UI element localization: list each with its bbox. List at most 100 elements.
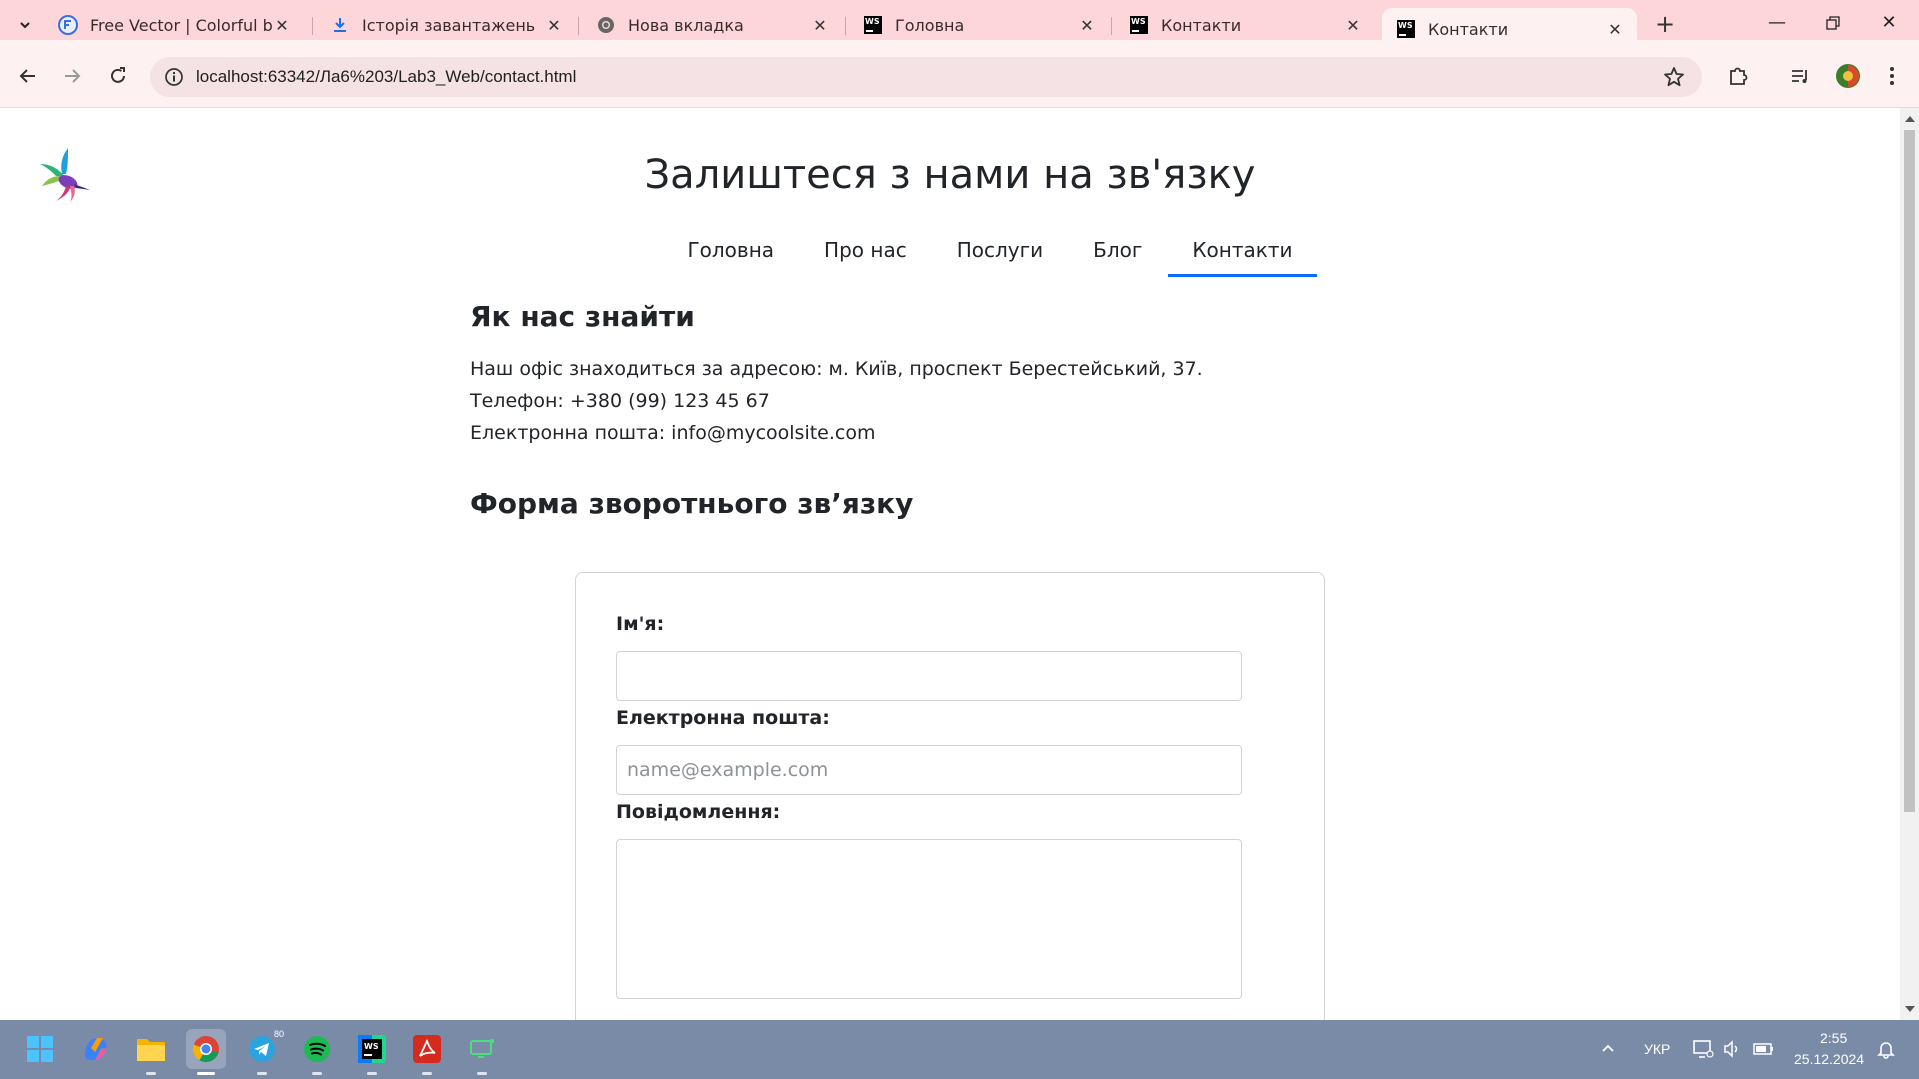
notification-bell-icon[interactable] [1876, 1039, 1896, 1063]
screen: Free Vector | Colorful bird ✕ Історія за… [0, 0, 1919, 1079]
scroll-up-arrow-icon[interactable] [1905, 116, 1915, 122]
restore-icon [1826, 16, 1840, 30]
profile-button[interactable] [1832, 60, 1864, 92]
scrollbar-thumb[interactable] [1904, 130, 1915, 812]
volume-icon[interactable] [1722, 1039, 1742, 1063]
taskbar-acrobat[interactable] [407, 1029, 447, 1075]
spotify-icon [304, 1036, 330, 1062]
feedback-form: Ім'я: Електронна пошта: Повідомлення: [575, 572, 1325, 1020]
plus-icon: + [1654, 10, 1676, 38]
chevron-down-icon [20, 22, 30, 29]
close-window-button[interactable]: ✕ [1866, 8, 1912, 38]
tab-title: Головна [895, 15, 965, 35]
phone-text: Телефон: +380 (99) 123 45 67 [470, 390, 770, 412]
page-scrollbar[interactable] [1900, 108, 1919, 1020]
restore-button[interactable] [1810, 8, 1856, 38]
taskbar-screen-app[interactable] [462, 1029, 502, 1075]
find-us-heading: Як нас знайти [470, 300, 695, 333]
input-language[interactable]: УКР [1644, 1041, 1670, 1057]
download-icon [330, 15, 350, 35]
nav-link-contacts[interactable]: Контакти [1168, 238, 1317, 277]
puzzle-icon [1730, 67, 1748, 85]
page-title: Залиштеся з нами на зв'язку [644, 152, 1256, 198]
acrobat-icon [413, 1035, 441, 1063]
media-queue-icon [1792, 70, 1807, 83]
clock-date[interactable]: 25.12.2024 [1794, 1051, 1864, 1067]
tab-title: Історія завантажень [362, 15, 536, 35]
battery-icon[interactable] [1752, 1039, 1776, 1063]
email-field[interactable] [616, 745, 1242, 795]
webstorm-icon: WS [1129, 15, 1149, 35]
tab-new[interactable]: Нова вкладка ✕ [582, 8, 842, 42]
tab-divider [578, 17, 579, 35]
taskbar-file-explorer[interactable] [131, 1029, 171, 1075]
tab-title: Контакти [1428, 19, 1509, 39]
network-icon[interactable] [1692, 1039, 1714, 1063]
back-button[interactable] [12, 60, 44, 92]
taskbar-spotify[interactable] [297, 1029, 337, 1075]
web-page: Залиштеся з нами на зв'язку Головна Про … [0, 108, 1900, 1020]
close-icon[interactable]: ✕ [544, 16, 564, 35]
message-label: Повідомлення: [616, 801, 781, 823]
forward-button[interactable] [56, 60, 88, 92]
svg-text:WS: WS [364, 1042, 379, 1051]
taskbar-webstorm[interactable]: WS [352, 1029, 392, 1075]
address-text: Наш офіс знаходиться за адресою: м. Київ… [470, 358, 1203, 380]
star-icon[interactable] [1662, 65, 1686, 89]
address-bar[interactable]: localhost:63342/Ла6%203/Lab3_Web/contact… [150, 57, 1702, 97]
telegram-badge: 80 [273, 1029, 284, 1039]
windows-taskbar: 80 WS УКР 2:55 25.12.2024 [0, 1020, 1919, 1079]
reload-button[interactable] [102, 60, 134, 92]
minimize-icon: — [1768, 12, 1786, 33]
nav-link-blog[interactable]: Блог [1069, 238, 1166, 277]
close-icon: ✕ [1881, 12, 1897, 33]
close-icon[interactable]: ✕ [272, 16, 292, 35]
nav-link-home[interactable]: Головна [663, 238, 798, 277]
tray-overflow-chevron-icon[interactable] [1600, 1040, 1616, 1056]
close-icon[interactable]: ✕ [810, 16, 830, 35]
media-control-button[interactable] [1784, 60, 1816, 92]
menu-button[interactable] [1876, 60, 1908, 92]
avatar [1836, 64, 1860, 88]
start-button[interactable] [20, 1029, 60, 1069]
telegram-icon [249, 1036, 275, 1062]
scroll-down-arrow-icon[interactable] [1905, 1006, 1915, 1012]
webstorm-icon: WS [1396, 19, 1416, 39]
taskbar-chrome[interactable] [186, 1029, 226, 1075]
arrow-right-icon [65, 69, 81, 83]
clock-time[interactable]: 2:55 [1820, 1030, 1847, 1046]
freepik-icon [58, 15, 78, 35]
name-label: Ім'я: [616, 613, 665, 635]
taskbar-telegram[interactable]: 80 [242, 1029, 284, 1075]
tab-downloads[interactable]: Історія завантажень ✕ [316, 8, 576, 42]
copilot-icon [85, 1038, 107, 1060]
email-text: Електронна пошта: info@mycoolsite.com [470, 422, 876, 444]
new-tab-button[interactable]: + [1650, 10, 1680, 40]
feedback-form-heading: Форма зворотнього зв’язку [470, 487, 914, 520]
main-nav: Головна Про нас Послуги Блог Контакти [0, 238, 1900, 277]
reload-icon [111, 67, 125, 83]
tab-search-button[interactable] [10, 10, 40, 40]
info-icon[interactable] [164, 67, 184, 87]
tab-title: Free Vector | Colorful bird [90, 15, 272, 35]
close-icon[interactable]: ✕ [1605, 20, 1625, 39]
close-icon[interactable]: ✕ [1077, 16, 1097, 35]
tab-home[interactable]: WS Головна ✕ [849, 8, 1109, 42]
extensions-button[interactable] [1722, 60, 1754, 92]
screen-app-icon [470, 1039, 494, 1058]
tab-divider [312, 17, 313, 35]
nav-link-about[interactable]: Про нас [800, 238, 931, 277]
close-icon[interactable]: ✕ [1343, 16, 1363, 35]
chrome-icon [596, 15, 616, 35]
tab-contacts[interactable]: WS Контакти ✕ [1115, 8, 1375, 42]
taskbar-copilot[interactable] [76, 1029, 116, 1069]
email-label: Електронна пошта: [616, 707, 830, 729]
tab-freepik[interactable]: Free Vector | Colorful bird ✕ [44, 8, 304, 42]
windows-start-icon [27, 1036, 53, 1062]
name-field[interactable] [616, 651, 1242, 701]
message-field[interactable] [616, 839, 1242, 999]
webstorm-icon: WS [863, 15, 883, 35]
arrow-left-icon [19, 69, 35, 83]
minimize-button[interactable]: — [1754, 8, 1800, 38]
nav-link-services[interactable]: Послуги [933, 238, 1067, 277]
